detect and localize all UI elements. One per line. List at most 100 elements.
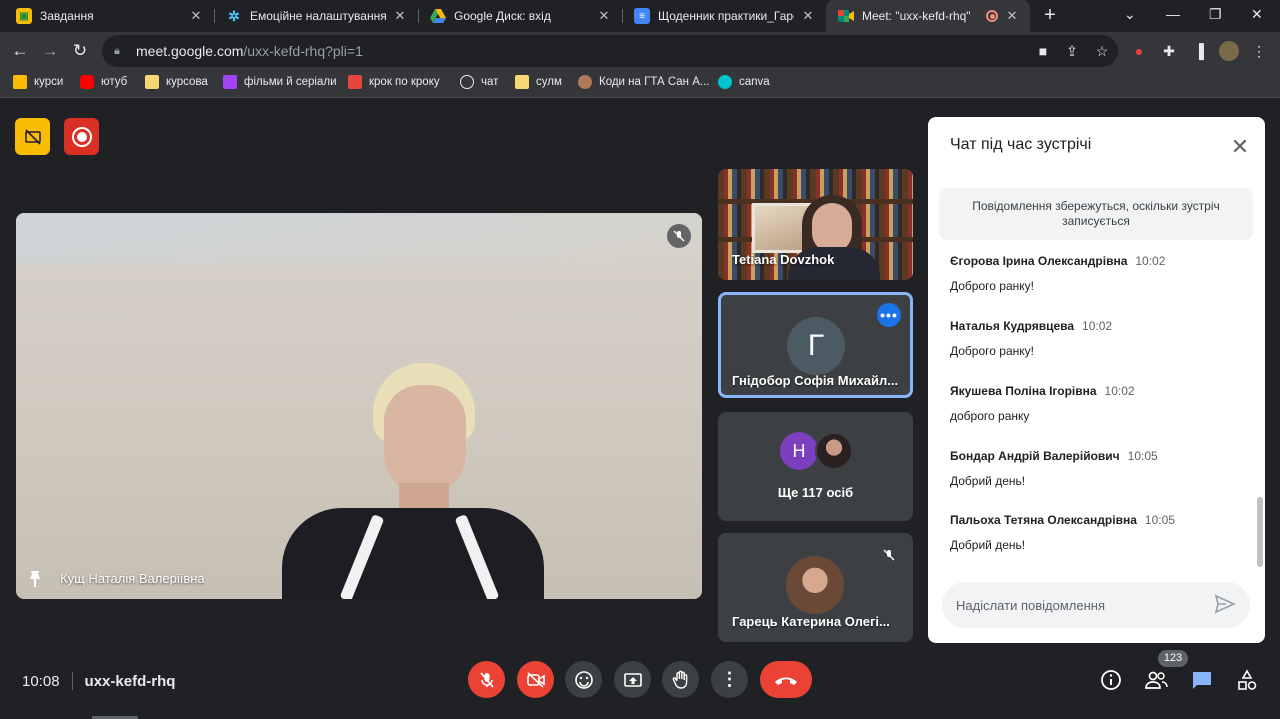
message-text: доброго ранку (950, 409, 1030, 423)
extensions-icon[interactable]: ✚ (1159, 41, 1179, 61)
close-icon[interactable]: ✕ (800, 8, 816, 24)
message-time: 10:02 (1135, 254, 1166, 268)
close-icon[interactable]: ✕ (392, 8, 408, 24)
restore-icon[interactable]: ❐ (1209, 6, 1222, 23)
bookmark-sulm[interactable]: сулм (515, 75, 562, 89)
avatar: Г (787, 317, 845, 375)
message-time: 10:05 (1127, 449, 1158, 463)
avatar (815, 432, 853, 470)
message-time: 10:05 (1144, 513, 1175, 527)
participant-name: Tetiana Dovzhok (732, 252, 835, 267)
folder-icon (515, 75, 529, 89)
raise-hand-button[interactable] (662, 661, 699, 698)
meeting-details-button[interactable] (1098, 667, 1124, 693)
forward-icon[interactable]: → (38, 39, 62, 63)
address-bar[interactable]: 🔒︎ meet.google.com/uxx-kefd-rhq?pli=1 (102, 35, 1118, 67)
tab-practice-diary[interactable]: ≡ Щоденник практики_Гарець ✕ (622, 0, 826, 32)
extension-record-icon[interactable]: ● (1129, 41, 1149, 61)
send-icon[interactable] (1214, 593, 1238, 617)
more-options-icon[interactable]: ••• (877, 303, 901, 327)
close-icon[interactable]: ✕ (1228, 135, 1252, 159)
bookmark-step-by-step[interactable]: крок по кроку (348, 75, 440, 89)
participant-name: Кущ Наталія Валеріївна (60, 571, 205, 586)
profile-avatar[interactable] (1219, 41, 1239, 61)
lock-icon: 🔒︎ (114, 44, 120, 57)
canva-icon (718, 75, 732, 89)
browser-toolbar: ← → ↻ 🔒︎ meet.google.com/uxx-kefd-rhq?pl… (0, 32, 1280, 70)
browser-window: ▣ Завдання ✕ ✲ Емоційне налаштування на … (0, 0, 1280, 719)
bookmark-chat[interactable]: чат (460, 75, 498, 89)
share-icon[interactable]: ⇪ (1062, 41, 1082, 61)
tab-strip: ▣ Завдання ✕ ✲ Емоційне налаштування на … (0, 0, 1280, 32)
tab-title: Щоденник практики_Гарець (658, 9, 794, 23)
meet-stage: Кущ Наталія Валеріївна Tetiana Dovzhok Г… (0, 99, 1280, 719)
camera-off-icon (526, 671, 545, 688)
bookmark-label: фільми й серіали (244, 76, 337, 88)
recording-indicator-icon[interactable] (64, 118, 99, 155)
participant-tile-active-speaker[interactable]: Г ••• Гнідобор Софія Михайл... (718, 292, 913, 398)
side-panel-icon[interactable]: ▐ (1189, 41, 1209, 61)
recording-icon (986, 10, 998, 22)
chat-message: Пальоха Тетяна Олександрівна 10:05 Добрий… (950, 511, 1240, 552)
activities-button[interactable] (1234, 667, 1260, 693)
close-icon[interactable]: ✕ (596, 8, 612, 24)
participant-tile[interactable]: Tetiana Dovzhok (718, 169, 913, 280)
calendar-icon (348, 75, 362, 89)
pin-icon[interactable] (27, 570, 43, 588)
reload-icon[interactable]: ↻ (68, 39, 92, 63)
bookmark-kursy[interactable]: курси (13, 75, 63, 89)
tab-zavdannia[interactable]: ▣ Завдання ✕ (4, 0, 214, 32)
message-text: Добрий день! (950, 474, 1026, 488)
camera-toggle-button[interactable] (517, 661, 554, 698)
activities-icon (1238, 669, 1257, 690)
bookmark-youtube[interactable]: ютуб (80, 75, 127, 89)
chat-button[interactable] (1189, 667, 1215, 693)
bookmark-movies[interactable]: фільми й серіали (223, 75, 337, 89)
camera-permission-icon[interactable]: ■ (1033, 41, 1053, 61)
video-icon (223, 75, 237, 89)
classroom-icon: ▣ (16, 8, 32, 24)
menu-kebab-icon[interactable]: ⋮ (1249, 41, 1269, 61)
bookmark-canva[interactable]: canva (718, 75, 770, 89)
captions-off-icon[interactable] (15, 118, 50, 155)
chat-scrollbar[interactable] (1257, 497, 1263, 567)
bookmark-label: Коди на ГТА Сан А... (599, 76, 710, 88)
tab-meet[interactable]: Meet: "uxx-kefd-rhq" ✕ (826, 0, 1030, 32)
participant-tile[interactable]: Гарець Катерина Олегі... (718, 533, 913, 642)
tab-emotional-setup[interactable]: ✲ Емоційне налаштування на ✕ (214, 0, 418, 32)
google-drive-icon (430, 8, 446, 24)
leave-call-button[interactable] (760, 661, 812, 698)
tab-search-icon[interactable]: ⌄ (1124, 6, 1136, 23)
chat-message: Наталья Кудрявцева 10:02 Доброго ранку! (950, 317, 1240, 358)
message-text: Добрий день! (950, 538, 1026, 552)
close-icon[interactable]: ✕ (188, 8, 204, 24)
message-time: 10:02 (1082, 319, 1113, 333)
bookmark-star-icon[interactable]: ☆ (1092, 41, 1112, 61)
message-sender: Пальоха Тетяна Олександрівна (950, 513, 1137, 527)
main-participant-tile[interactable]: Кущ Наталія Валеріївна (16, 213, 702, 599)
more-options-button[interactable]: ⋮ (711, 661, 748, 698)
back-icon[interactable]: ← (8, 39, 32, 63)
bookmark-kursova[interactable]: курсова (145, 75, 208, 89)
bookmark-label: сулм (536, 76, 562, 88)
bookmarks-bar: курси ютуб курсова фільми й серіали крок… (0, 70, 1280, 98)
emoji-icon (574, 670, 593, 689)
minimize-icon[interactable]: — (1166, 6, 1180, 22)
chat-panel: Чат під час зустрічі ✕ Повідомлення збер… (928, 117, 1265, 643)
microphone-toggle-button[interactable] (468, 661, 505, 698)
present-screen-button[interactable] (614, 661, 651, 698)
snowflake-icon: ✲ (228, 7, 240, 24)
participants-button[interactable] (1143, 667, 1169, 693)
message-text: Доброго ранку! (950, 279, 1034, 293)
window-close-icon[interactable]: ✕ (1251, 6, 1263, 23)
others-tile[interactable]: Н Ще 117 осіб (718, 412, 913, 521)
chat-message-input[interactable]: Надіслати повідомлення (942, 582, 1250, 628)
chat-icon (1193, 672, 1211, 689)
new-tab-icon[interactable]: + (1038, 4, 1062, 27)
tab-google-drive[interactable]: Google Диск: вхід ✕ (418, 0, 622, 32)
participants-count-badge: 123 (1158, 650, 1188, 667)
reactions-button[interactable] (565, 661, 602, 698)
bookmark-gta-codes[interactable]: Коди на ГТА Сан А... (578, 75, 709, 89)
more-vert-icon: ⋮ (720, 669, 739, 689)
close-icon[interactable]: ✕ (1004, 8, 1020, 24)
